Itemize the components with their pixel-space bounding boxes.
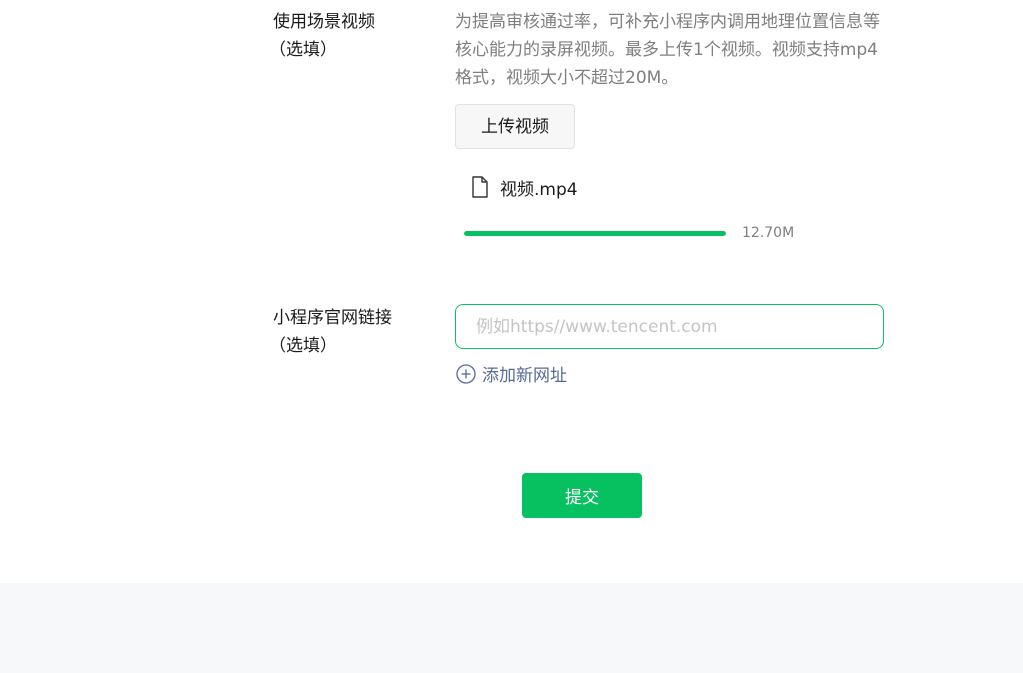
upload-progress-bar [464, 231, 726, 236]
upload-progress-fill [464, 231, 726, 236]
video-label-text: 使用场景视频 [273, 12, 375, 32]
add-new-url-label: 添加新网址 [482, 366, 567, 386]
link-label-text: 小程序官网链接 [273, 308, 392, 328]
video-optional-text: （选填） [269, 40, 337, 60]
form-page: 使用场景视频 （选填） 为提高审核通过率，可补充小程序内调用地理位置信息等核心能… [0, 0, 1023, 673]
upload-video-button[interactable]: 上传视频 [455, 104, 575, 149]
website-url-input[interactable] [455, 304, 884, 349]
link-optional-text: （选填） [269, 336, 337, 356]
file-size: 12.70M [742, 225, 795, 241]
file-name: 视频.mp4 [500, 179, 578, 200]
file-icon [471, 176, 489, 198]
uploaded-file-item[interactable]: 视频.mp4 [471, 174, 578, 200]
page-footer [0, 583, 1023, 673]
add-new-url-link[interactable]: 添加新网址 [456, 361, 567, 386]
link-field-label: 小程序官网链接 （选填） [269, 304, 392, 360]
video-description: 为提高审核通过率，可补充小程序内调用地理位置信息等核心能力的录屏视频。最多上传1… [455, 12, 880, 88]
video-field-label: 使用场景视频 （选填） [269, 8, 375, 64]
submit-button[interactable]: 提交 [522, 473, 642, 518]
plus-circle-icon [456, 363, 476, 384]
